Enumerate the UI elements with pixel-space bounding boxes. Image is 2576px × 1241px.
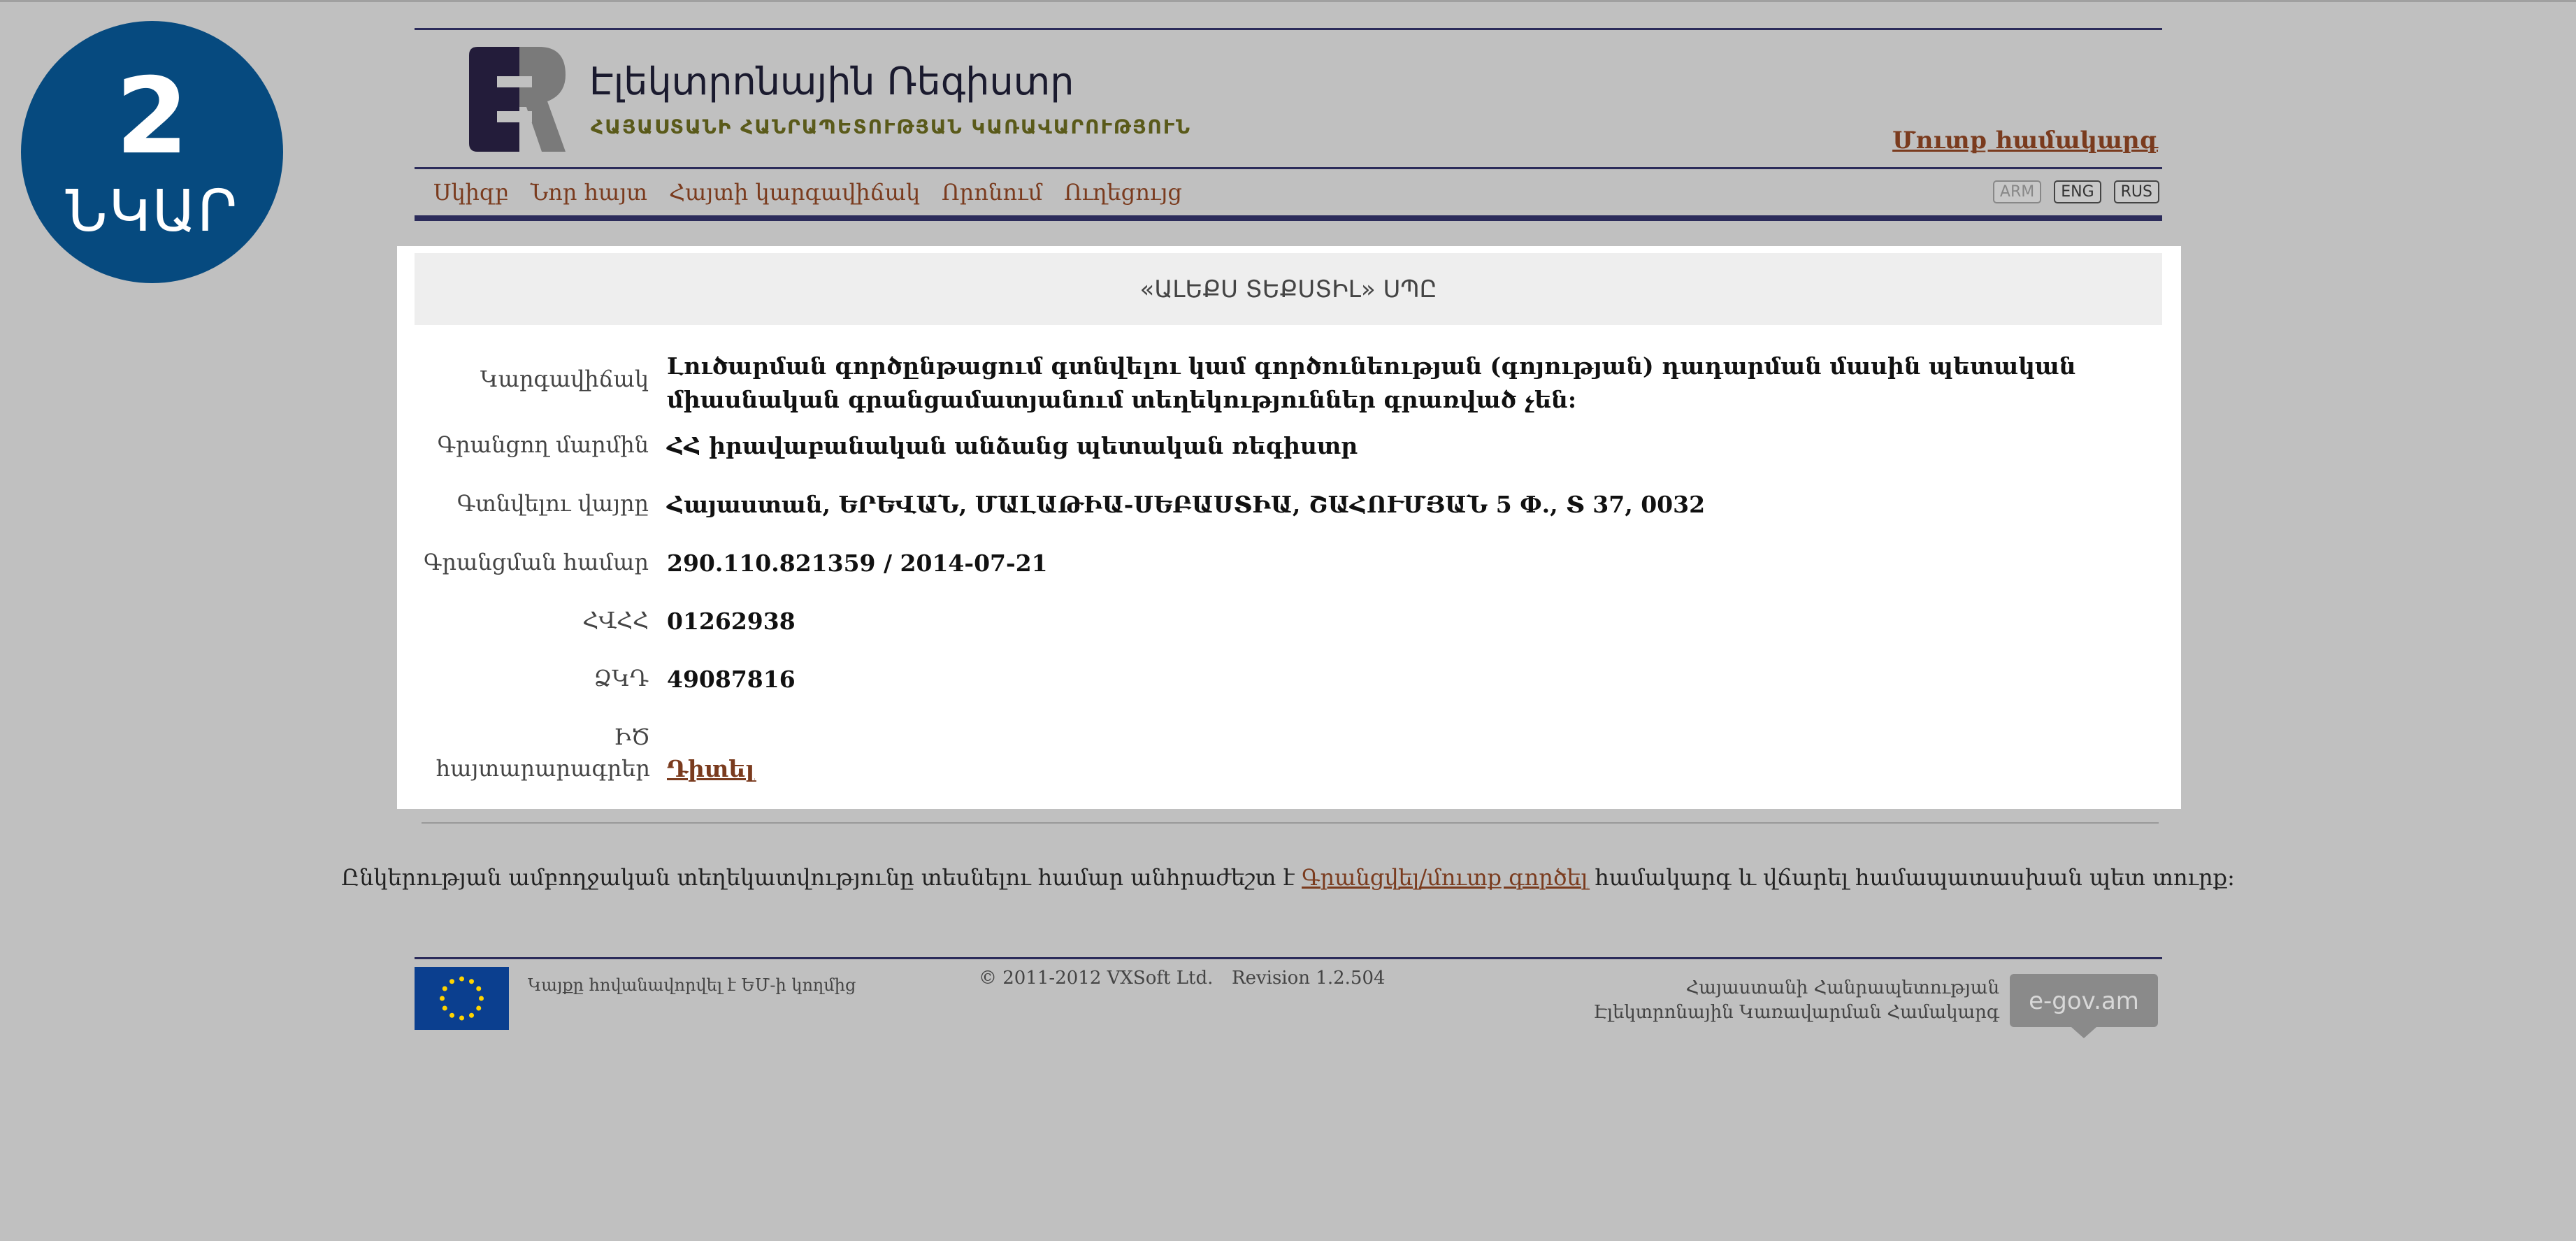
footer-rule [415,957,2162,959]
nav-item-search[interactable]: Որոնում [942,179,1042,206]
main-nav: Սկիզբ Նոր հայտ Հայտի կարգավիճակ Որոնում … [415,169,2162,215]
gov-system-text: Հայաստանի Հանրապետության Էլեկտրոնային Կա… [1593,976,1999,1025]
figure-badge: 2 ՆԿԱՐ [21,21,283,283]
lang-arm-button[interactable]: ARM [1992,180,2042,203]
nav-item-home[interactable]: Սկիզբ [433,179,509,206]
eu-star [442,1005,447,1011]
company-card: «ԱԼԵՔՍ ՏԵՔՍՏԻԼ» ՍՊԸ Կարգավիճակ Լուծարման… [397,246,2181,809]
field-label: ԻԾ հայտարարագրեր [436,724,650,782]
eu-star [449,979,454,984]
lang-eng-button[interactable]: ENG [2054,180,2101,203]
language-switcher: ARM ENG RUS [1992,180,2159,203]
eu-star [469,979,474,984]
eu-star [476,1005,482,1011]
eu-star [440,996,445,1001]
field-value: Հայաստան, ԵՐԵՎԱՆ, ՄԱԼԱԹԻԱ-ՍԵԲԱՍՏԻԱ, ՇԱՀՈ… [667,491,1706,518]
register-login-link[interactable]: Գրանցվել/մուտք գործել [1302,864,1588,891]
nav-item-guide[interactable]: Ուղեցույց [1064,179,1182,206]
revision-text: Revision 1.2.504 [1232,968,1386,989]
er-logo-icon[interactable] [469,47,567,152]
eu-star [449,1012,454,1018]
field-label: Գտնվելու վայրը [456,490,649,517]
field-label: Գրանցման համար [423,549,649,575]
egov-logo-text: e-gov.am [2029,987,2139,1015]
field-value: Լուծարման գործընթացում գտնվելու կամ գործ… [667,352,2076,413]
field-label: Կարգավիճակ [480,366,649,392]
header-main: Էլեկտրոնային Ռեգիստր ՀԱՅԱՍՏԱՆԻ ՀԱՆՐԱՊԵՏՈ… [415,30,2162,167]
eu-star [442,986,447,991]
eu-star [469,1012,474,1018]
registration-notice: Ընկերության ամբողջական տեղեկատվությունը … [0,864,2576,891]
figure-number: 2 [115,55,189,178]
view-declarations-link[interactable]: Դիտել [667,752,754,786]
eu-star [459,1015,464,1021]
eu-star [479,996,484,1001]
nav-bottom-rule [415,215,2162,221]
notice-text-after: համակարգ և վճարել համապատասխան պետ տուրք… [1588,864,2235,891]
gov-line-2: Էլեկտրոնային Կառավարման Համակարգ [1593,1002,1999,1024]
eu-star [459,976,464,982]
field-value: 49087816 [667,666,796,693]
gov-line-1: Հայաստանի Հանրապետության [1685,977,1999,998]
field-value: ՀՀ իրավաբանական անձանց պետական ռեգիստր [667,432,1358,459]
eu-flag-icon [415,967,509,1030]
field-label: Գրանցող մարմին [437,431,649,458]
figure-word: ՆԿԱՐ [65,178,239,245]
content-divider [422,822,2159,824]
notice-text-before: Ընկերության ամբողջական տեղեկատվությունը … [341,864,1302,891]
nav-item-request-status[interactable]: Հայտի կարգավիճակ [669,179,920,206]
egov-logo-icon[interactable]: e-gov.am [2010,974,2158,1038]
top-border [0,0,2576,2]
site-title: Էլեկտրոնային Ռեգիստր [589,59,1074,103]
login-link[interactable]: Մուտք համակարգ [1892,127,2158,155]
field-label: ՀՎՀՀ [582,607,649,633]
eu-star [476,986,482,991]
site-subtitle: ՀԱՅԱՍՏԱՆԻ ՀԱՆՐԱՊԵՏՈՒԹՅԱՆ ԿԱՌԱՎԱՐՈՒԹՅՈՒՆ [591,115,1191,138]
site-header: Էլեկտրոնային Ռեգիստր ՀԱՅԱՍՏԱՆԻ ՀԱՆՐԱՊԵՏՈ… [415,28,2162,221]
lang-rus-button[interactable]: RUS [2113,180,2159,203]
field-value: 290.110.821359 / 2014-07-21 [667,550,1048,577]
field-label: ՁԿԴ [593,665,649,691]
company-title: «ԱԼԵՔՍ ՏԵՔՍՏԻԼ» ՍՊԸ [415,253,2162,325]
nav-item-new-request[interactable]: Նոր հայտ [531,179,647,206]
field-value: 01262938 [667,608,796,635]
eu-sponsor-text: Կայքը հովանավորվել է ԵՄ-ի կողմից [528,975,856,995]
copyright-text: © 2011-2012 VXSoft Ltd. [979,968,1214,989]
